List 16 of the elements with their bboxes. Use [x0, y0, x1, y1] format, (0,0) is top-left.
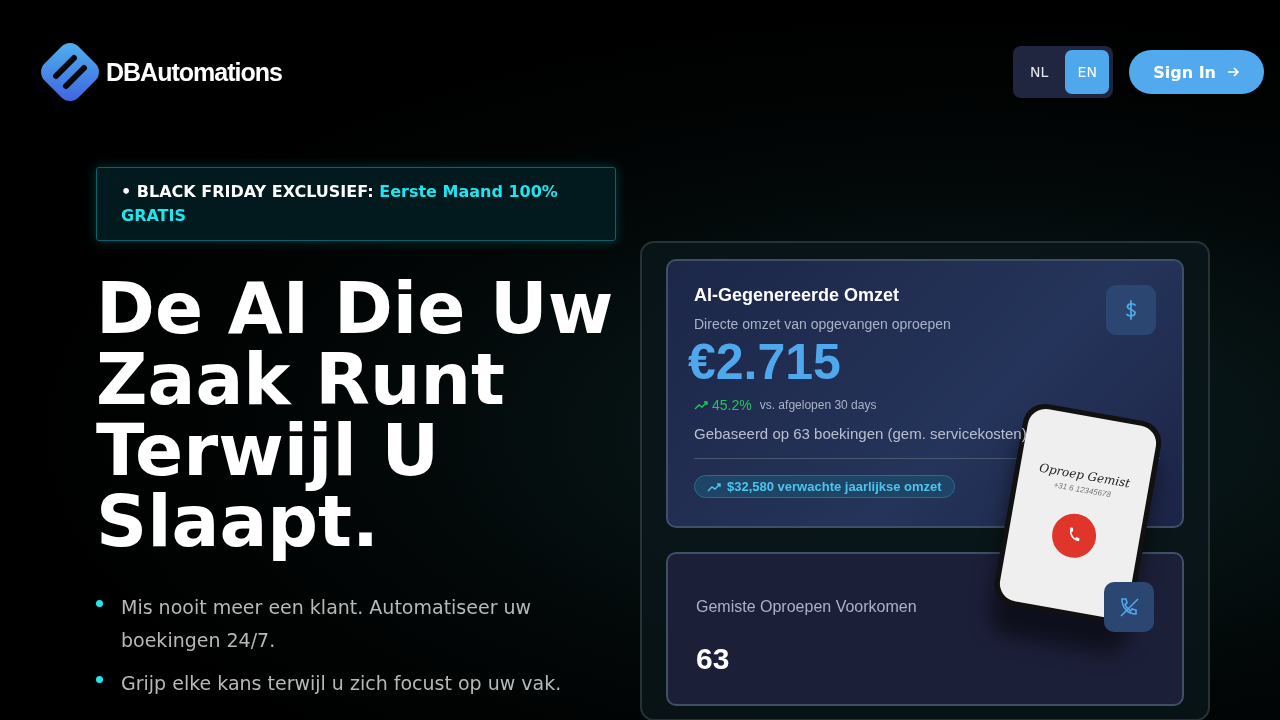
missed-calls-value: 63 [696, 642, 731, 676]
basis-text: Gebaseerd op 63 boekingen (gem. servicekosten) [694, 425, 1028, 442]
language-option[interactable]: EN [1065, 50, 1110, 94]
sign-in-button[interactable]: Sign In [1129, 50, 1264, 94]
change-note: vs. afgelopen 30 days [759, 398, 877, 412]
projection-text: $32,580 verwachte jaarlijkse omzet [727, 479, 942, 494]
language-option[interactable]: NL [1017, 50, 1062, 94]
promo-text: • BLACK FRIDAY EXCLUSIEF: Eerste Maand 100% GRATIS [121, 181, 559, 227]
card-title: Gemiste Oproepen Voorkomen [696, 598, 917, 616]
logo-text: DBAutomations [106, 57, 282, 87]
bullet-text: Grijp elke kans terwijl u zich focust op uw vak. [121, 671, 563, 696]
change-percent: 45.2% [712, 397, 752, 413]
card-subtitle: Directe omzet van opgevangen oproepen [694, 316, 951, 332]
bullet-text: Mis nooit meer een klant. Automatiseer uw boekingen 24/7. [121, 595, 533, 653]
card-title: AI-Gegenereerde Omzet [694, 285, 901, 306]
revenue-amount: €2.715 [688, 335, 842, 389]
